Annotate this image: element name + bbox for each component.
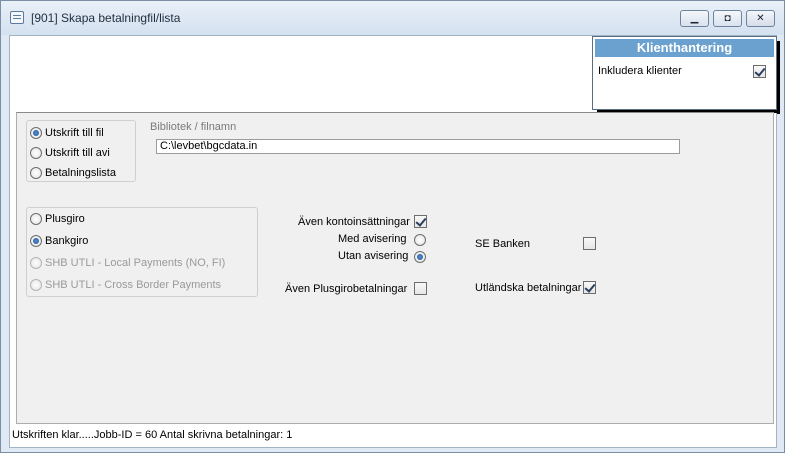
radio-bankgiro[interactable]: Bankgiro: [30, 234, 88, 250]
utlandska-label: Utländska betalningar: [475, 282, 582, 294]
inkludera-klienter-label: Inkludera klienter: [598, 65, 682, 77]
radio-plusgiro[interactable]: Plusgiro: [30, 212, 85, 228]
output-group: Utskrift till fil Utskrift till avi Beta…: [26, 120, 136, 182]
radio-icon: [30, 257, 42, 270]
main-window: [901] Skapa betalningfil/lista ▁ ◘ ✕ Kli…: [0, 0, 785, 453]
app-icon: [10, 11, 24, 24]
konto-checkbox[interactable]: [414, 215, 427, 228]
radio-shb-local[interactable]: SHB UTLI - Local Payments (NO, FI): [30, 256, 225, 272]
se-banken-checkbox[interactable]: [583, 237, 596, 250]
utan-avisering-label: Utan avisering: [338, 250, 409, 262]
radio-icon: [30, 147, 42, 160]
utlandska-checkbox[interactable]: [583, 281, 596, 294]
maximize-button[interactable]: ◘: [713, 10, 742, 27]
bibliotek-label: Bibliotek / filnamn: [150, 121, 237, 133]
radio-icon: [30, 167, 42, 180]
klienthantering-header: Klienthantering: [595, 39, 774, 57]
klienthantering-panel: Klienthantering Inkludera klienter: [592, 36, 780, 114]
radio-shb-cross-border[interactable]: SHB UTLI - Cross Border Payments: [30, 278, 221, 294]
title-bar[interactable]: [901] Skapa betalningfil/lista ▁ ◘ ✕: [1, 1, 784, 35]
minimize-button[interactable]: ▁: [680, 10, 709, 27]
status-bar: Utskriften klar.....Jobb-ID = 60 Antal s…: [12, 429, 293, 441]
client-area: Klienthantering Inkludera klienter Utskr…: [9, 35, 780, 448]
radio-betalningslista[interactable]: Betalningslista: [30, 166, 116, 182]
med-avisering-label: Med avisering: [338, 233, 407, 245]
radio-icon: [30, 127, 42, 140]
utan-avisering-radio[interactable]: [414, 251, 426, 263]
payment-type-group: Plusgiro Bankgiro SHB UTLI - Local Payme…: [26, 207, 258, 297]
med-avisering-radio[interactable]: [414, 234, 426, 246]
filename-input[interactable]: C:\levbet\bgcdata.in: [156, 139, 680, 154]
radio-icon: [30, 279, 42, 292]
radio-utskrift-fil[interactable]: Utskrift till fil: [30, 126, 104, 142]
radio-utskrift-avi[interactable]: Utskrift till avi: [30, 146, 110, 162]
inkludera-klienter-checkbox[interactable]: [753, 65, 766, 78]
window-title: [901] Skapa betalningfil/lista: [31, 11, 181, 25]
plusgiro-checkbox[interactable]: [414, 282, 427, 295]
radio-icon: [30, 235, 42, 248]
konto-label: Även kontoinsättningar: [298, 216, 410, 228]
settings-panel: Utskrift till fil Utskrift till avi Beta…: [16, 112, 774, 424]
close-button[interactable]: ✕: [746, 10, 775, 27]
radio-icon: [30, 213, 42, 226]
plusgiro-label: Även Plusgirobetalningar: [285, 283, 408, 295]
se-banken-label: SE Banken: [475, 238, 531, 250]
